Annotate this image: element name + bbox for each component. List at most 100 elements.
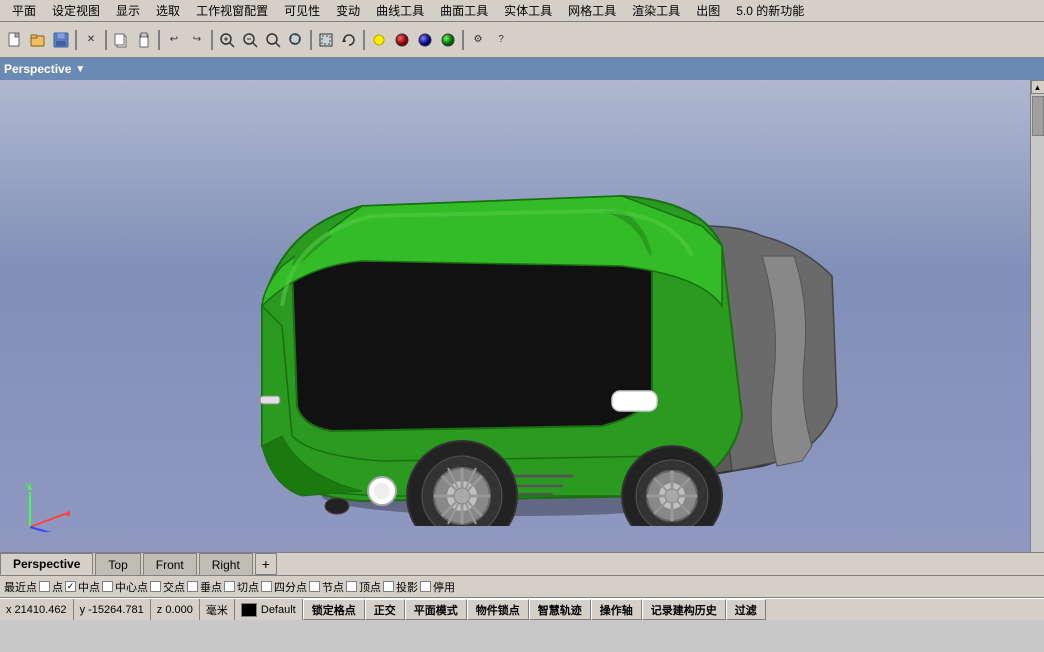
viewport-label-text: Perspective <box>4 62 71 76</box>
status-ortho-label: 正交 <box>374 602 396 618</box>
toolbar-btn-pan[interactable] <box>315 29 337 51</box>
tab-right[interactable]: Right <box>199 553 253 575</box>
toolbar-btn-save[interactable] <box>50 29 72 51</box>
snap-perp-checkbox[interactable] <box>187 581 198 592</box>
toolbar-btn-rotate[interactable] <box>338 29 360 51</box>
viewport-3d[interactable]: X Y ▲ <box>0 80 1044 552</box>
toolbar-sep-5 <box>310 30 312 50</box>
menu-plane[interactable]: 平面 <box>4 0 44 21</box>
menu-render[interactable]: 渲染工具 <box>624 0 688 21</box>
toolbar-btn-help[interactable]: ? <box>490 29 512 51</box>
toolbar-btn-zoom-ext[interactable] <box>262 29 284 51</box>
toolbar-btn-redo[interactable]: ↪ <box>186 29 208 51</box>
menu-visibility[interactable]: 可见性 <box>276 0 328 21</box>
status-ortho[interactable]: 正交 <box>365 599 405 620</box>
toolbar-btn-undo[interactable]: ↩ <box>163 29 185 51</box>
snap-vertex-label: 顶点 <box>359 579 381 595</box>
viewport-dropdown-arrow[interactable]: ▼ <box>75 64 85 75</box>
toolbar-sep-2 <box>105 30 107 50</box>
toolbar-sep-1 <box>75 30 77 50</box>
tab-add-button[interactable]: + <box>255 553 277 575</box>
snap-midpoint: 中点 <box>65 579 100 595</box>
snap-quad-label: 四分点 <box>274 579 307 595</box>
snap-midpoint-label: 中点 <box>78 579 100 595</box>
status-plane-mode-label: 平面模式 <box>414 602 458 618</box>
scrollbar-right: ▲ <box>1030 80 1044 552</box>
toolbar-sep-4 <box>211 30 213 50</box>
status-object-lock-label: 物件锁点 <box>476 602 520 618</box>
snap-knot: 节点 <box>309 579 344 595</box>
snap-disable-label: 停用 <box>433 579 455 595</box>
snap-nearest-label: 最近点 <box>4 579 37 595</box>
menu-mesh[interactable]: 网格工具 <box>560 0 624 21</box>
snap-point: 点 <box>39 579 63 595</box>
snap-tan-checkbox[interactable] <box>224 581 235 592</box>
scrollbar-up-arrow[interactable]: ▲ <box>1031 80 1044 94</box>
snap-disable-checkbox[interactable] <box>420 581 431 592</box>
snap-center-checkbox[interactable] <box>102 581 113 592</box>
snap-midpoint-checkbox[interactable] <box>65 581 76 592</box>
status-x: x 21410.462 <box>0 599 74 620</box>
toolbar-btn-copy[interactable] <box>110 29 132 51</box>
toolbar-btn-paste[interactable] <box>133 29 155 51</box>
snap-disable: 停用 <box>420 579 455 595</box>
status-lock-grid[interactable]: 锁定格点 <box>303 599 365 620</box>
snap-tan: 切点 <box>224 579 259 595</box>
toolbar-btn-material[interactable] <box>391 29 413 51</box>
snap-project-label: 投影 <box>396 579 418 595</box>
status-lock-grid-label: 锁定格点 <box>312 602 356 618</box>
toolbar-btn-new[interactable] <box>4 29 26 51</box>
menu-surface[interactable]: 曲面工具 <box>432 0 496 21</box>
status-smart-track[interactable]: 智慧轨迹 <box>529 599 591 620</box>
toolbar-btn-render2[interactable] <box>437 29 459 51</box>
menu-workwindow[interactable]: 工作视窗配置 <box>188 0 276 21</box>
snap-knot-checkbox[interactable] <box>309 581 320 592</box>
status-operation-axis[interactable]: 操作轴 <box>591 599 642 620</box>
snap-project-checkbox[interactable] <box>383 581 394 592</box>
menu-new[interactable]: 5.0 的新功能 <box>728 0 812 21</box>
status-object-lock[interactable]: 物件锁点 <box>467 599 529 620</box>
menu-select[interactable]: 选取 <box>148 0 188 21</box>
toolbar-btn-delete[interactable]: ✕ <box>80 29 102 51</box>
snap-quad-checkbox[interactable] <box>261 581 272 592</box>
status-z-value: z 0.000 <box>157 604 193 616</box>
tab-front[interactable]: Front <box>143 553 197 575</box>
toolbar-btn-zoom-out[interactable] <box>239 29 261 51</box>
snap-point-label: 点 <box>52 579 63 595</box>
toolbar-sep-3 <box>158 30 160 50</box>
snap-quad: 四分点 <box>261 579 307 595</box>
toolbar-btn-zoom-sel[interactable] <box>285 29 307 51</box>
toolbar-btn-open[interactable] <box>27 29 49 51</box>
snap-intersect-checkbox[interactable] <box>150 581 161 592</box>
status-y: y -15264.781 <box>74 599 151 620</box>
snap-point-checkbox[interactable] <box>39 581 50 592</box>
status-filter[interactable]: 过滤 <box>726 599 766 620</box>
menu-display[interactable]: 显示 <box>108 0 148 21</box>
status-color-box-container: Default <box>235 599 303 620</box>
menu-solid[interactable]: 实体工具 <box>496 0 560 21</box>
status-unit-value: 毫米 <box>206 602 228 618</box>
menu-curve[interactable]: 曲线工具 <box>368 0 432 21</box>
snap-knot-label: 节点 <box>322 579 344 595</box>
toolbar-btn-settings[interactable]: ⚙ <box>467 29 489 51</box>
status-z: z 0.000 <box>151 599 200 620</box>
snap-perp: 垂点 <box>187 579 222 595</box>
menu-transform[interactable]: 变动 <box>328 0 368 21</box>
scrollbar-thumb[interactable] <box>1032 96 1044 136</box>
menu-print[interactable]: 出图 <box>688 0 728 21</box>
menu-setview[interactable]: 设定视图 <box>44 0 108 21</box>
svg-text:Y: Y <box>25 482 32 493</box>
car-model <box>182 106 862 526</box>
tab-perspective[interactable]: Perspective <box>0 553 93 575</box>
tab-top[interactable]: Top <box>95 553 140 575</box>
snap-vertex-checkbox[interactable] <box>346 581 357 592</box>
toolbar-btn-light[interactable] <box>368 29 390 51</box>
toolbar-btn-render[interactable] <box>414 29 436 51</box>
status-record-history[interactable]: 记录建构历史 <box>642 599 726 620</box>
menubar: 平面 设定视图 显示 选取 工作视窗配置 可见性 变动 曲线工具 曲面工具 实体… <box>0 0 1044 22</box>
status-plane-mode[interactable]: 平面模式 <box>405 599 467 620</box>
toolbar-btn-zoom-win[interactable] <box>216 29 238 51</box>
snap-project: 投影 <box>383 579 418 595</box>
status-layer-value: Default <box>261 604 296 616</box>
viewport-label-bar: Perspective ▼ <box>0 58 1044 80</box>
